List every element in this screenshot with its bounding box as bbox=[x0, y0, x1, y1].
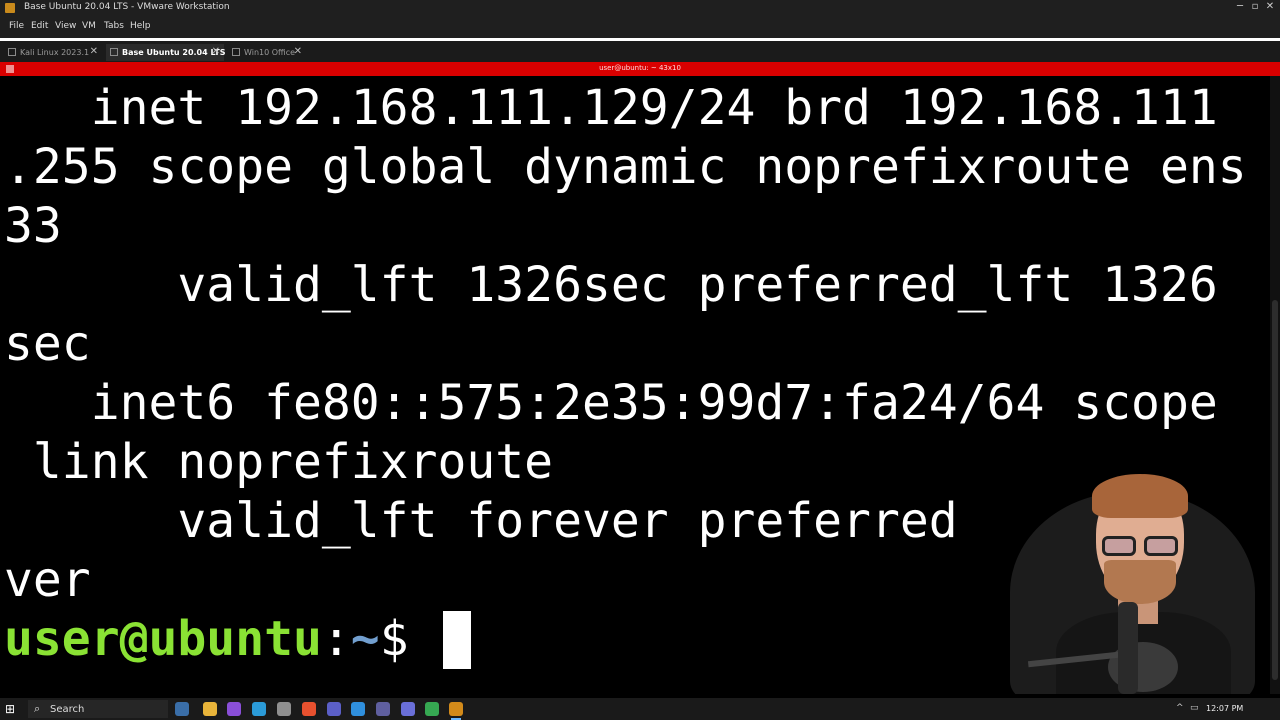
vm-icon bbox=[8, 48, 16, 56]
close-icon[interactable]: ✕ bbox=[1260, 1, 1280, 12]
window-titlebar: Base Ubuntu 20.04 LTS - VMware Workstati… bbox=[0, 0, 1280, 16]
glasses-icon bbox=[1102, 536, 1136, 556]
file-explorer-icon[interactable] bbox=[203, 702, 217, 716]
terminal-line: valid_lft 1326sec preferred_lft 1326 bbox=[4, 257, 1218, 313]
vscode-icon[interactable] bbox=[351, 702, 365, 716]
tab-kali-linux[interactable]: Kali Linux 2023.1 ✕ bbox=[4, 44, 102, 61]
tray-network-icon[interactable]: ▭ bbox=[1190, 703, 1199, 713]
tab-label: Base Ubuntu 20.04 LTS bbox=[122, 48, 226, 57]
taskbar: ⊞ ⌕ Search ^ ▭ 12:07 PM bbox=[0, 698, 1280, 720]
terminal-line: link noprefixroute bbox=[4, 434, 554, 490]
menu-edit[interactable]: Edit bbox=[31, 21, 48, 31]
terminal-line: valid_lft forever preferred bbox=[4, 493, 958, 549]
guest-titlebar: user@ubuntu: ~ 43x10 bbox=[0, 62, 1280, 76]
network-icon[interactable] bbox=[252, 702, 266, 716]
visual-studio-icon[interactable] bbox=[227, 702, 241, 716]
tab-label: Win10 Office bbox=[244, 48, 296, 57]
teams-icon[interactable] bbox=[327, 702, 341, 716]
search-icon: ⌕ bbox=[34, 702, 41, 715]
window-title: Base Ubuntu 20.04 LTS - VMware Workstati… bbox=[24, 2, 230, 12]
menu-file[interactable]: File bbox=[9, 21, 24, 31]
tab-close-icon[interactable]: ✕ bbox=[294, 46, 302, 57]
guest-window-title: user@ubuntu: ~ 43x10 bbox=[599, 64, 681, 72]
microphone-icon bbox=[1118, 602, 1138, 694]
vmware-app-icon bbox=[5, 3, 15, 13]
prompt-dollar: $ bbox=[379, 611, 438, 667]
settings-icon[interactable] bbox=[277, 702, 291, 716]
glasses-icon bbox=[1144, 536, 1178, 556]
shell-prompt: user@ubuntu:~$ bbox=[4, 610, 438, 669]
scrollbar-thumb[interactable] bbox=[1272, 300, 1278, 680]
terminal-line: inet6 fe80::575:2e35:99d7:fa24/64 scope bbox=[4, 375, 1218, 431]
terminal-line: ver bbox=[4, 552, 91, 608]
terminal-line: 33 bbox=[4, 198, 62, 254]
obs-icon[interactable] bbox=[376, 702, 390, 716]
menu-bar: File Edit View VM Tabs Help bbox=[0, 16, 1280, 38]
tab-label: Kali Linux 2023.1 bbox=[20, 48, 90, 57]
menu-tabs[interactable]: Tabs bbox=[104, 21, 124, 31]
prompt-path: ~ bbox=[350, 611, 380, 667]
menu-help[interactable]: Help bbox=[130, 21, 151, 31]
tab-base-ubuntu[interactable]: Base Ubuntu 20.04 LTS ✕ bbox=[106, 44, 226, 61]
terminal-line: inet 192.168.111.129/24 brd 192.168.111 bbox=[4, 80, 1218, 136]
windows-start-icon[interactable]: ⊞ bbox=[5, 702, 19, 716]
vmware-icon[interactable] bbox=[449, 702, 463, 720]
taskbar-clock[interactable]: 12:07 PM bbox=[1206, 704, 1243, 713]
vm-icon bbox=[232, 48, 240, 56]
terminal-line: .255 scope global dynamic noprefixroute … bbox=[4, 139, 1247, 195]
discord-icon[interactable] bbox=[401, 702, 415, 716]
chrome-icon[interactable] bbox=[425, 702, 439, 716]
tab-win10-office[interactable]: Win10 Office ✕ bbox=[228, 44, 306, 61]
terminal-line: sec bbox=[4, 316, 91, 372]
brave-icon[interactable] bbox=[302, 702, 316, 716]
search-label: Search bbox=[50, 704, 85, 715]
terminal-cursor bbox=[443, 611, 471, 669]
tab-close-icon[interactable]: ✕ bbox=[212, 46, 220, 57]
tray-chevron-icon[interactable]: ^ bbox=[1176, 703, 1184, 713]
presenter-beard bbox=[1104, 560, 1176, 604]
tab-close-icon[interactable]: ✕ bbox=[90, 46, 98, 57]
taskbar-search[interactable]: ⌕ Search bbox=[28, 700, 168, 718]
menu-vm[interactable]: VM bbox=[82, 21, 96, 31]
prompt-user-host: user@ubuntu bbox=[4, 611, 322, 667]
menu-view[interactable]: View bbox=[55, 21, 76, 31]
task-view-icon[interactable] bbox=[175, 702, 189, 716]
webcam-overlay bbox=[998, 452, 1270, 694]
presenter-hair bbox=[1092, 474, 1188, 518]
vm-icon bbox=[110, 48, 118, 56]
prompt-colon: : bbox=[321, 611, 351, 667]
vm-tab-bar: Kali Linux 2023.1 ✕ Base Ubuntu 20.04 LT… bbox=[0, 41, 1280, 62]
